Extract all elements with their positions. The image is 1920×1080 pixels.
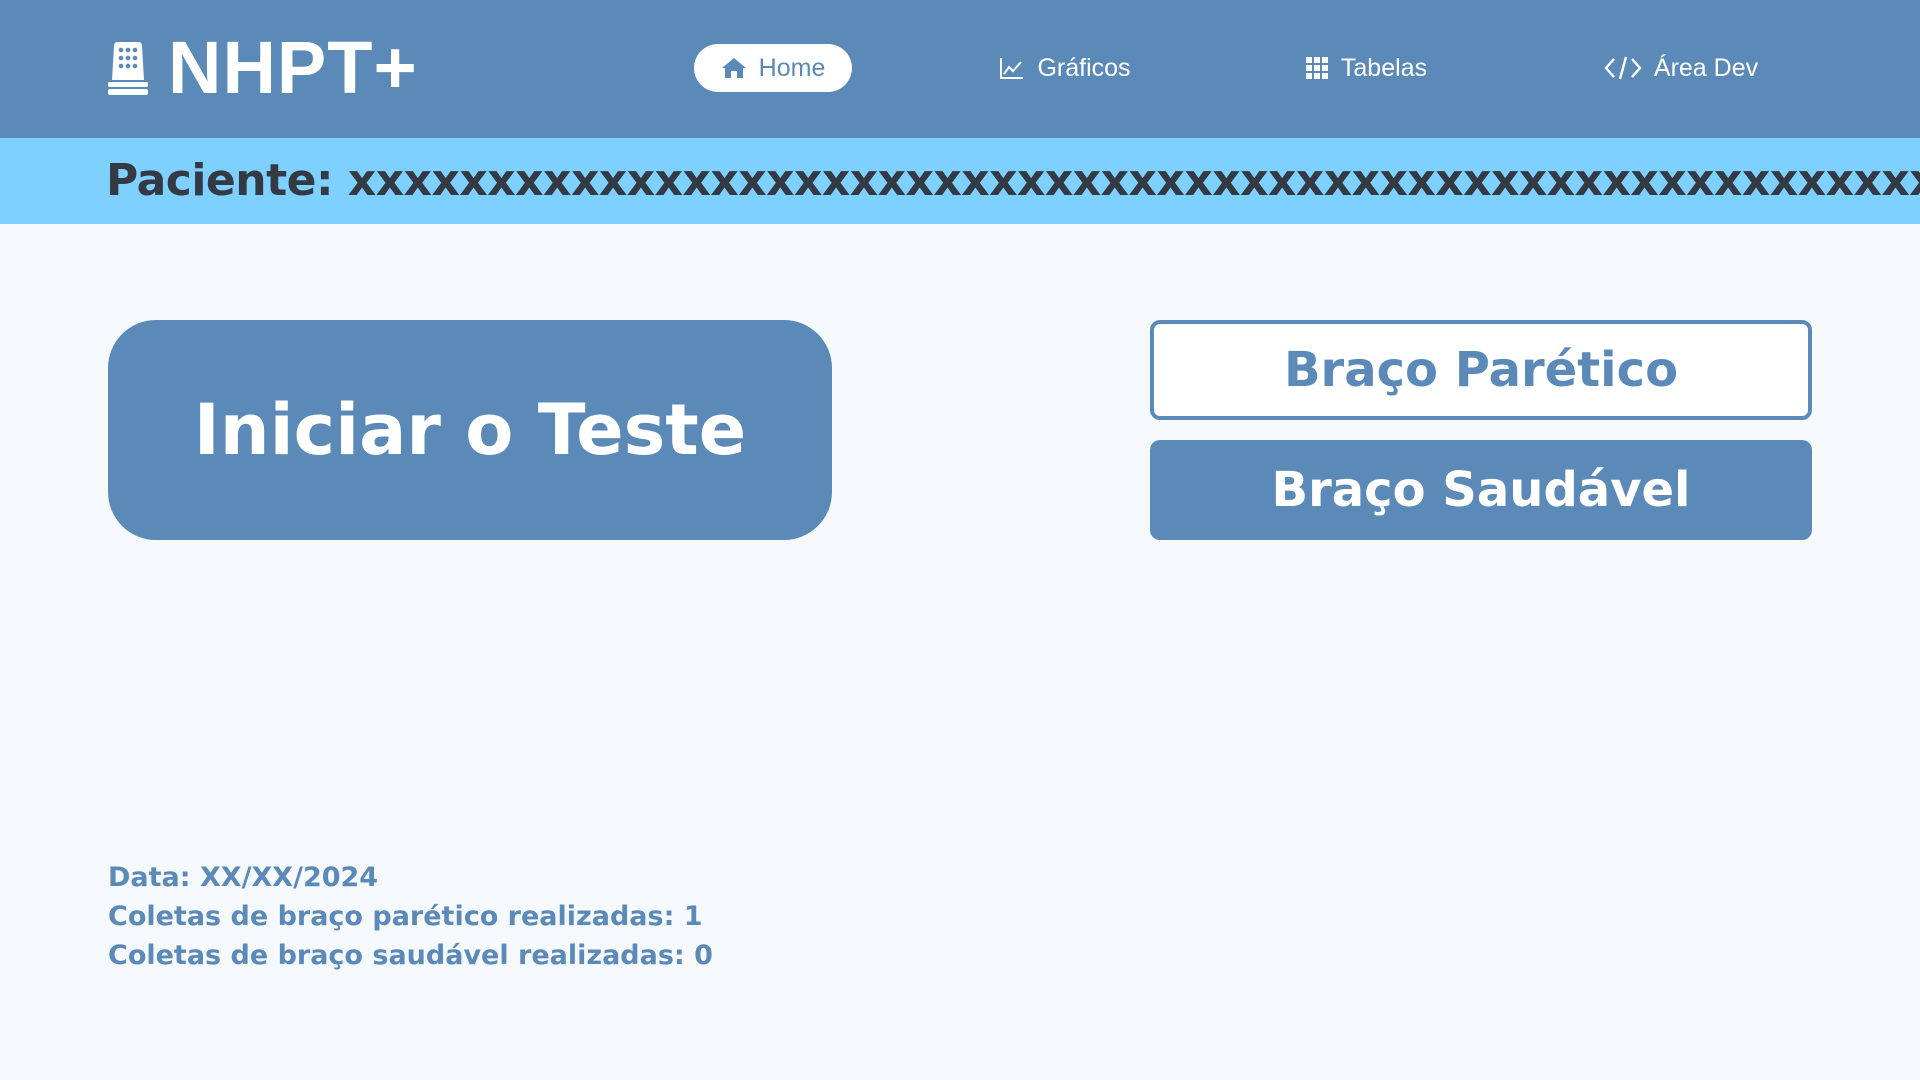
brand-name: NHPT+ bbox=[168, 26, 418, 109]
nav-area-dev[interactable]: Área Dev bbox=[1596, 44, 1766, 92]
nav-tabelas-label: Tabelas bbox=[1340, 53, 1428, 82]
test-date: Data: XX/XX/2024 bbox=[108, 862, 379, 893]
top-navbar: NHPT+ Home Gráficos Tabelas Área Dev bbox=[0, 0, 1920, 138]
grid-icon bbox=[1305, 57, 1328, 79]
patient-bar: Paciente: xxxxxxxxxxxxxxxxxxxxxxxxxxxxxx… bbox=[0, 138, 1920, 224]
nav-home[interactable]: Home bbox=[694, 44, 852, 92]
patient-label: Paciente: bbox=[106, 155, 334, 206]
app-logo[interactable]: NHPT+ bbox=[106, 26, 418, 109]
start-test-button[interactable]: Iniciar o Teste bbox=[108, 320, 832, 540]
nhpt-board-icon bbox=[108, 42, 148, 95]
nav-area-dev-label: Área Dev bbox=[1653, 53, 1759, 82]
code-icon bbox=[1604, 56, 1642, 80]
nav-graficos-label: Gráficos bbox=[1037, 53, 1131, 82]
healthy-collections-count: Coletas de braço saudável realizadas: 0 bbox=[108, 940, 713, 971]
patient-name: xxxxxxxxxxxxxxxxxxxxxxxxxxxxxxxxxxxxxxxx… bbox=[347, 155, 1920, 206]
session-info: Data: XX/XX/2024 Coletas de braço paréti… bbox=[108, 858, 713, 975]
nav-home-label: Home bbox=[758, 53, 826, 82]
nav-tabelas[interactable]: Tabelas bbox=[1296, 44, 1436, 92]
chart-line-icon bbox=[1000, 58, 1024, 79]
paretic-arm-button[interactable]: Braço Parético bbox=[1150, 320, 1812, 420]
paretic-collections-count: Coletas de braço parético realizadas: 1 bbox=[108, 901, 703, 932]
patient-info: Paciente: xxxxxxxxxxxxxxxxxxxxxxxxxxxxxx… bbox=[106, 156, 1920, 206]
healthy-arm-button[interactable]: Braço Saudável bbox=[1150, 440, 1812, 540]
nav-graficos[interactable]: Gráficos bbox=[990, 44, 1140, 92]
home-icon bbox=[721, 58, 746, 78]
